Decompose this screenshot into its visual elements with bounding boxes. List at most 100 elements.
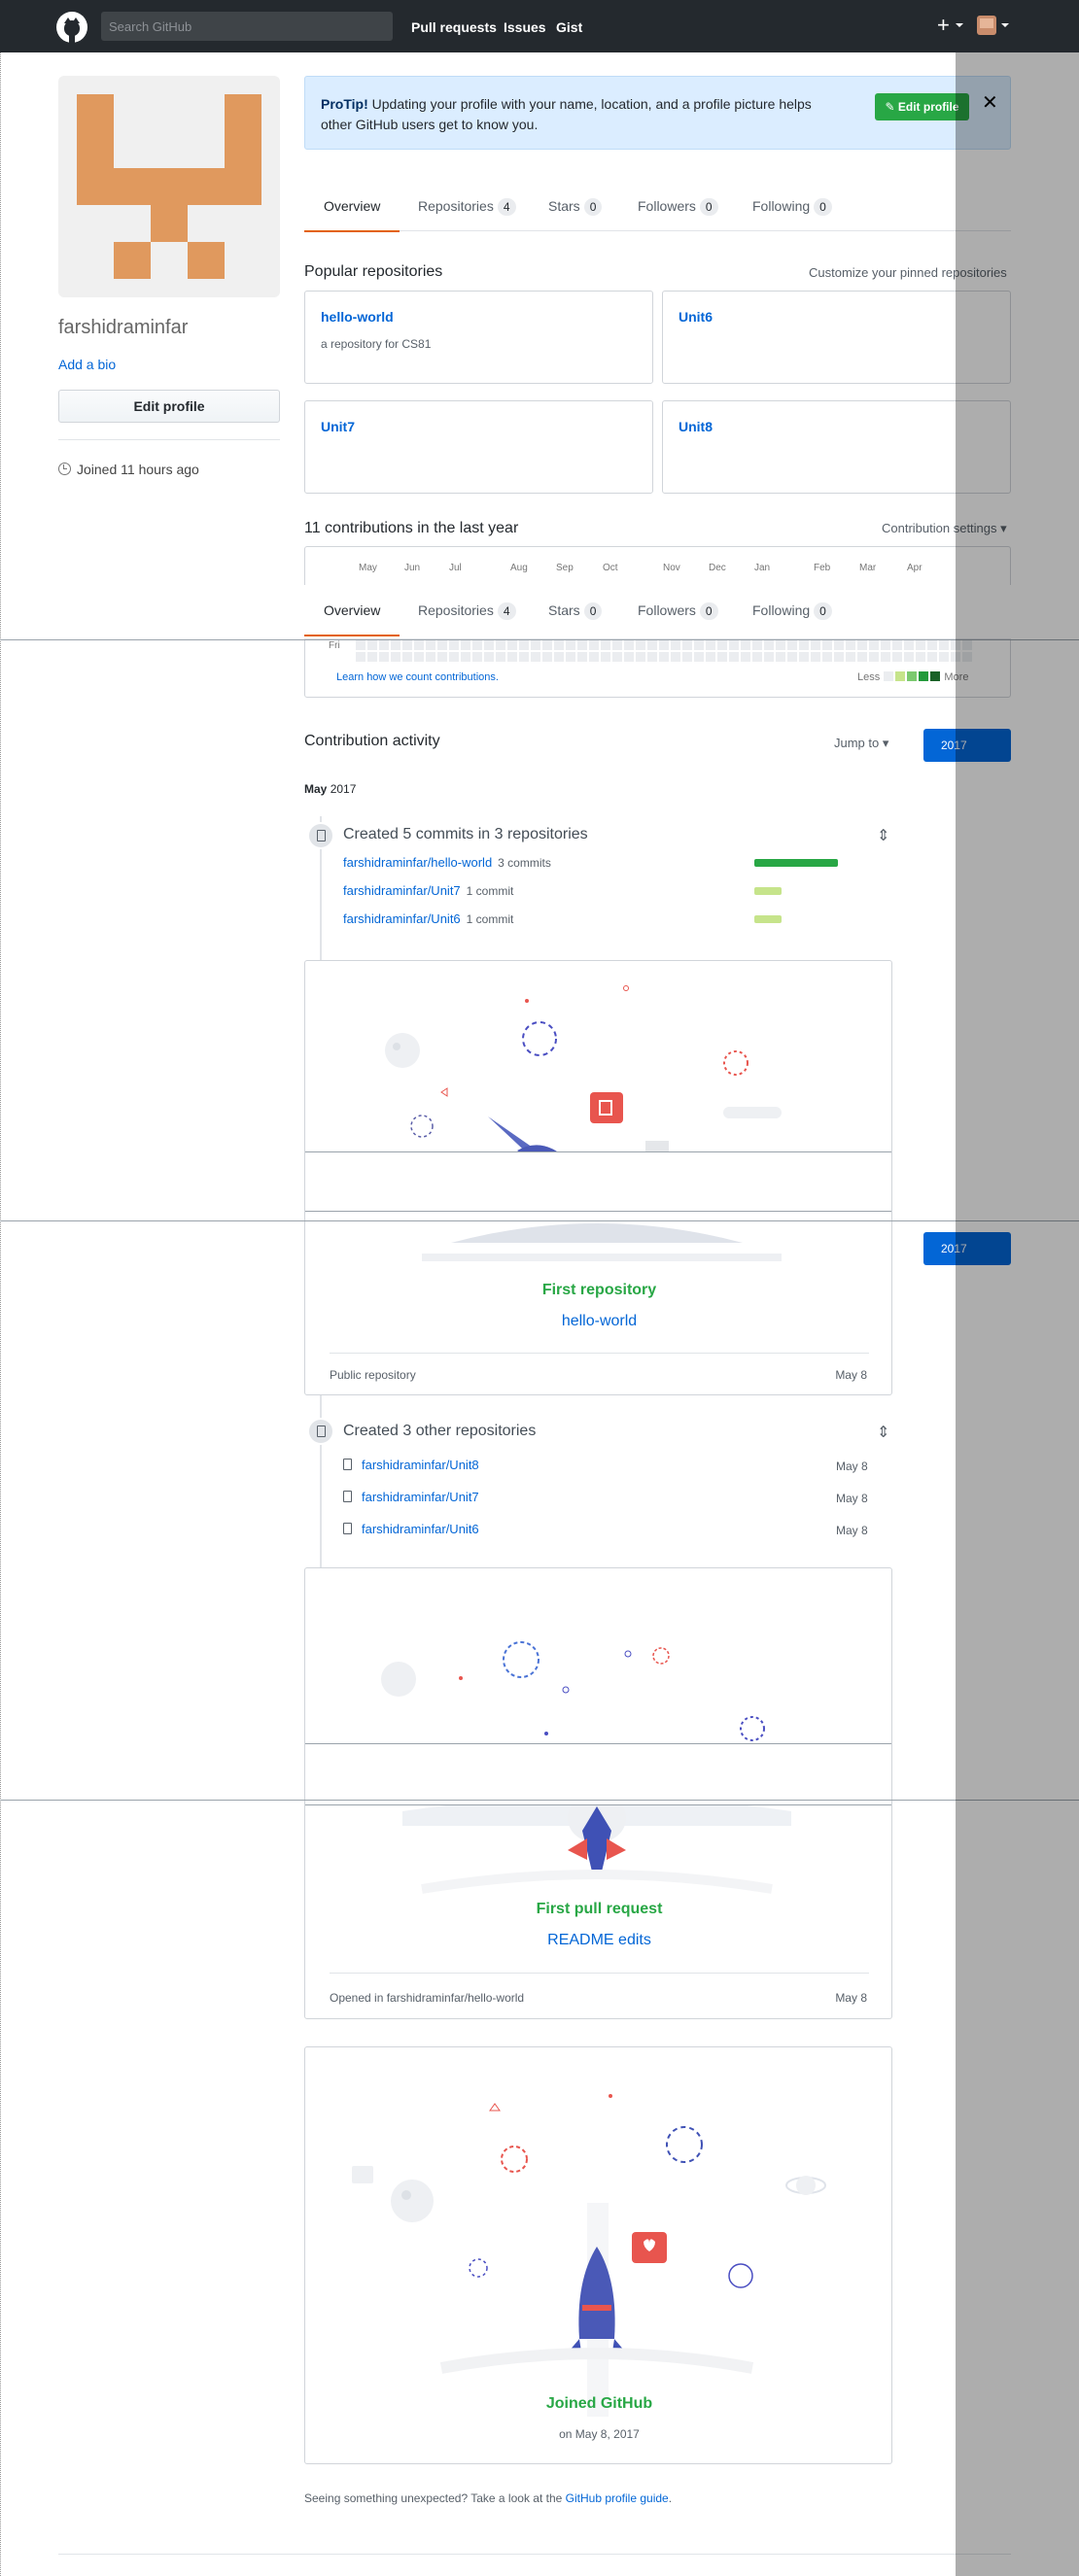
contribution-day[interactable] [612, 652, 622, 662]
tab-repositories[interactable]: Repositories 4 [418, 181, 516, 231]
contribution-day[interactable] [577, 640, 587, 650]
search-input[interactable] [101, 12, 393, 41]
contribution-day[interactable] [811, 652, 820, 662]
contribution-day[interactable] [414, 640, 424, 650]
github-logo-icon[interactable] [56, 12, 87, 43]
contribution-day[interactable] [787, 640, 797, 650]
contribution-day[interactable] [671, 640, 680, 650]
contribution-day[interactable] [869, 652, 879, 662]
contribution-day[interactable] [904, 640, 914, 650]
contribution-day[interactable] [531, 652, 540, 662]
contribution-day[interactable] [356, 640, 365, 650]
contribution-day[interactable] [776, 652, 785, 662]
contribution-day[interactable] [811, 640, 820, 650]
contribution-day[interactable] [939, 652, 949, 662]
contribution-day[interactable] [822, 640, 832, 650]
contribution-day[interactable] [612, 640, 622, 650]
nav-pull-requests[interactable]: Pull requests [411, 19, 497, 35]
nav-issues[interactable]: Issues [504, 19, 546, 35]
jump-to-dropdown[interactable]: Jump to ▾ [834, 736, 888, 751]
contribution-day[interactable] [391, 652, 400, 662]
contribution-day[interactable] [799, 652, 809, 662]
contribution-day[interactable] [776, 640, 785, 650]
contribution-day[interactable] [461, 652, 470, 662]
contribution-day[interactable] [682, 640, 692, 650]
contribution-day[interactable] [461, 640, 470, 650]
contribution-day[interactable] [869, 640, 879, 650]
contribution-day[interactable] [566, 640, 575, 650]
tab-followers[interactable]: Followers 0 [638, 181, 718, 231]
contribution-day[interactable] [671, 652, 680, 662]
contribution-day[interactable] [589, 640, 599, 650]
contribution-day[interactable] [916, 652, 925, 662]
contribution-day[interactable] [356, 652, 365, 662]
tab-repositories[interactable]: Repositories 4 [418, 585, 516, 635]
contribution-day[interactable] [787, 652, 797, 662]
pinned-repo-unit7[interactable]: Unit7 [304, 400, 653, 494]
contribution-day[interactable] [659, 652, 669, 662]
contribution-day[interactable] [507, 640, 517, 650]
repo-link[interactable]: Unit7 [321, 419, 355, 434]
contribution-day[interactable] [566, 652, 575, 662]
contribution-day[interactable] [379, 652, 389, 662]
contribution-day[interactable] [519, 652, 529, 662]
repo-link[interactable]: farshidraminfar/Unit6 [343, 911, 461, 926]
learn-contributions-link[interactable]: Learn how we count contributions. [336, 671, 499, 683]
contribution-day[interactable] [881, 652, 890, 662]
contribution-day[interactable] [554, 652, 564, 662]
user-avatar-menu[interactable] [977, 16, 996, 35]
repo-link[interactable]: farshidraminfar/hello-world [343, 855, 492, 870]
new-plus-icon[interactable]: + [937, 13, 950, 38]
contribution-day[interactable] [636, 652, 645, 662]
tab-following[interactable]: Following 0 [752, 181, 832, 231]
contribution-day[interactable] [799, 640, 809, 650]
repo-link[interactable]: hello-world [321, 309, 394, 325]
contribution-day[interactable] [437, 640, 447, 650]
repo-link[interactable]: farshidraminfar/Unit6 [362, 1522, 479, 1536]
contribution-day[interactable] [507, 652, 517, 662]
contribution-day[interactable] [706, 640, 715, 650]
contribution-day[interactable] [624, 640, 634, 650]
contribution-day[interactable] [601, 652, 610, 662]
repo-link[interactable]: farshidraminfar/Unit8 [362, 1458, 479, 1472]
tab-followers[interactable]: Followers 0 [638, 585, 718, 635]
repo-link[interactable]: Unit6 [679, 309, 713, 325]
contribution-day[interactable] [577, 652, 587, 662]
contribution-day[interactable] [892, 652, 902, 662]
tab-overview[interactable]: Overview [304, 181, 400, 232]
contribution-day[interactable] [402, 652, 412, 662]
contribution-day[interactable] [939, 640, 949, 650]
contribution-day[interactable] [741, 640, 750, 650]
contribution-day[interactable] [834, 640, 844, 650]
contribution-day[interactable] [682, 652, 692, 662]
contribution-day[interactable] [531, 640, 540, 650]
contribution-day[interactable] [846, 652, 855, 662]
contribution-day[interactable] [484, 640, 494, 650]
contribution-day[interactable] [927, 640, 937, 650]
contribution-day[interactable] [519, 640, 529, 650]
contribution-day[interactable] [904, 652, 914, 662]
contribution-day[interactable] [857, 640, 867, 650]
tab-stars[interactable]: Stars 0 [548, 585, 603, 635]
repo-link[interactable]: farshidraminfar/Unit7 [343, 883, 461, 898]
contribution-day[interactable] [472, 652, 482, 662]
contribution-day[interactable] [927, 652, 937, 662]
contribution-day[interactable] [472, 640, 482, 650]
contribution-day[interactable] [367, 640, 377, 650]
contribution-day[interactable] [624, 652, 634, 662]
contribution-day[interactable] [717, 652, 727, 662]
contribution-day[interactable] [589, 652, 599, 662]
contribution-day[interactable] [426, 640, 435, 650]
card-pr-link[interactable]: README edits [305, 1932, 891, 1949]
tab-overview[interactable]: Overview [304, 585, 400, 636]
contribution-day[interactable] [554, 640, 564, 650]
contribution-day[interactable] [741, 652, 750, 662]
contribution-day[interactable] [542, 640, 552, 650]
repo-link[interactable]: farshidraminfar/Unit7 [362, 1490, 479, 1504]
contribution-day[interactable] [752, 652, 762, 662]
fold-icon[interactable]: ⇕ [877, 826, 889, 845]
repo-link[interactable]: Unit8 [679, 419, 713, 434]
contribution-day[interactable] [857, 652, 867, 662]
contribution-day[interactable] [496, 640, 505, 650]
contribution-day[interactable] [764, 640, 774, 650]
